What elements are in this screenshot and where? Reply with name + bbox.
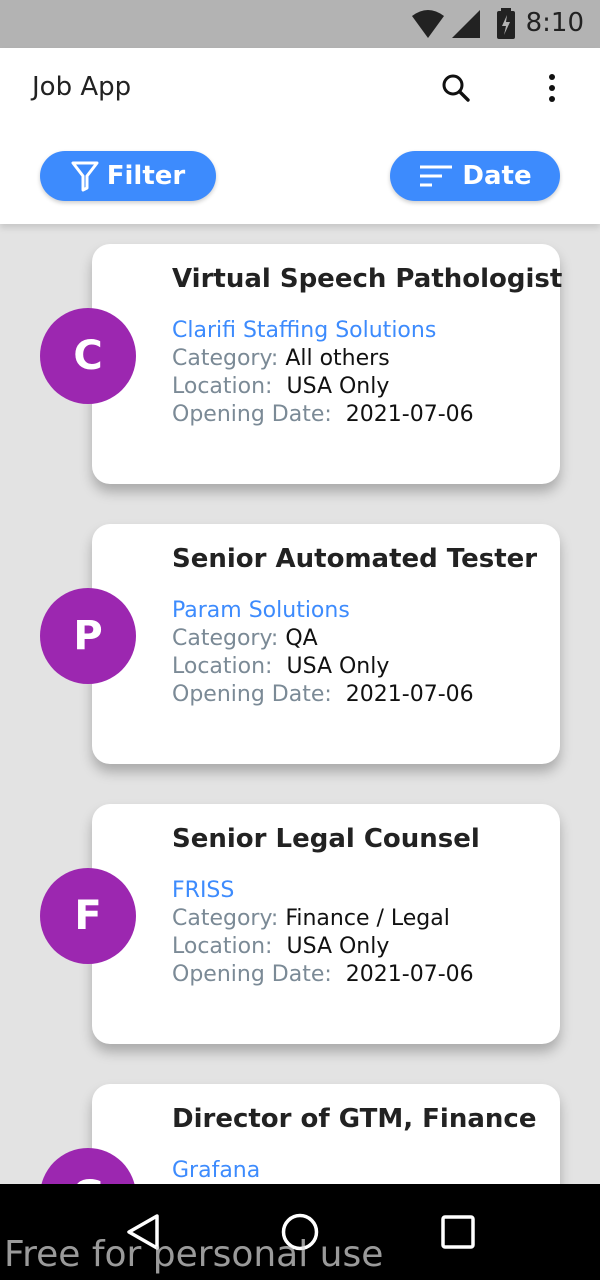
opening-date-value: 2021-07-06	[345, 682, 474, 707]
job-list[interactable]: Virtual Speech Pathologist Clarifi Staff…	[0, 224, 600, 1184]
app-title: Job App	[32, 72, 132, 102]
company-avatar: P	[40, 588, 136, 684]
more-options-button[interactable]	[526, 66, 578, 110]
filter-icon	[71, 161, 99, 192]
search-button[interactable]	[430, 66, 482, 110]
location-label: Location:	[172, 374, 273, 399]
opening-date-row: Opening Date: 2021-07-06	[172, 962, 474, 987]
company-name[interactable]: FRISS	[172, 878, 234, 903]
filter-button[interactable]: Filter	[40, 151, 216, 201]
filter-label: Filter	[106, 161, 186, 191]
app-bar: Job App Filter Date	[0, 48, 600, 224]
job-card[interactable]: Senior Legal Counsel FRISS Category: Fin…	[92, 804, 560, 1044]
more-vert-icon	[549, 74, 555, 102]
company-name[interactable]: Param Solutions	[172, 598, 350, 623]
signal-icon	[452, 10, 480, 38]
opening-date-label: Opening Date:	[172, 962, 332, 987]
search-icon	[442, 74, 470, 102]
location-label: Location:	[172, 654, 273, 679]
recents-icon[interactable]	[440, 1214, 476, 1250]
opening-date-row: Opening Date: 2021-07-06	[172, 682, 474, 707]
category-value: All others	[285, 346, 390, 371]
category-row: Category: All others	[172, 346, 390, 371]
category-row: Category: Finance / Legal	[172, 906, 450, 931]
company-avatar: F	[40, 868, 136, 964]
location-value: USA Only	[286, 374, 390, 399]
opening-date-value: 2021-07-06	[345, 962, 474, 987]
job-card[interactable]: Senior Automated Tester Param Solutions …	[92, 524, 560, 764]
clock: 8:10	[525, 8, 584, 38]
company-name[interactable]: Grafana	[172, 1158, 260, 1183]
job-title: Senior Legal Counsel	[172, 824, 480, 854]
location-label: Location:	[172, 934, 273, 959]
sort-date-button[interactable]: Date	[390, 151, 560, 201]
category-label: Category:	[172, 906, 279, 931]
location-row: Location: USA Only	[172, 934, 389, 959]
category-value: QA	[285, 626, 318, 651]
category-value: Finance / Legal	[285, 906, 450, 931]
wifi-icon	[412, 10, 444, 38]
category-label: Category:	[172, 346, 279, 371]
location-value: USA Only	[286, 654, 390, 679]
job-title: Virtual Speech Pathologist	[172, 264, 563, 294]
opening-date-value: 2021-07-06	[345, 402, 474, 427]
location-row: Location: USA Only	[172, 374, 389, 399]
sort-icon	[420, 165, 453, 187]
location-value: USA Only	[286, 934, 390, 959]
location-row: Location: USA Only	[172, 654, 389, 679]
job-title: Director of GTM, Finance	[172, 1104, 537, 1134]
opening-date-row: Opening Date: 2021-07-06	[172, 402, 474, 427]
job-card[interactable]: Virtual Speech Pathologist Clarifi Staff…	[92, 244, 563, 484]
company-name[interactable]: Clarifi Staffing Solutions	[172, 318, 436, 343]
opening-date-label: Opening Date:	[172, 682, 332, 707]
company-avatar: C	[40, 308, 136, 404]
job-card[interactable]: Director of GTM, Finance Grafana	[92, 1084, 560, 1184]
category-label: Category:	[172, 626, 279, 651]
category-row: Category: QA	[172, 626, 318, 651]
battery-charging-icon	[497, 8, 515, 39]
job-title: Senior Automated Tester	[172, 544, 538, 574]
sort-label: Date	[462, 161, 532, 191]
watermark: Free for personal use	[4, 1234, 384, 1275]
status-bar: 8:10	[0, 0, 600, 48]
opening-date-label: Opening Date:	[172, 402, 332, 427]
